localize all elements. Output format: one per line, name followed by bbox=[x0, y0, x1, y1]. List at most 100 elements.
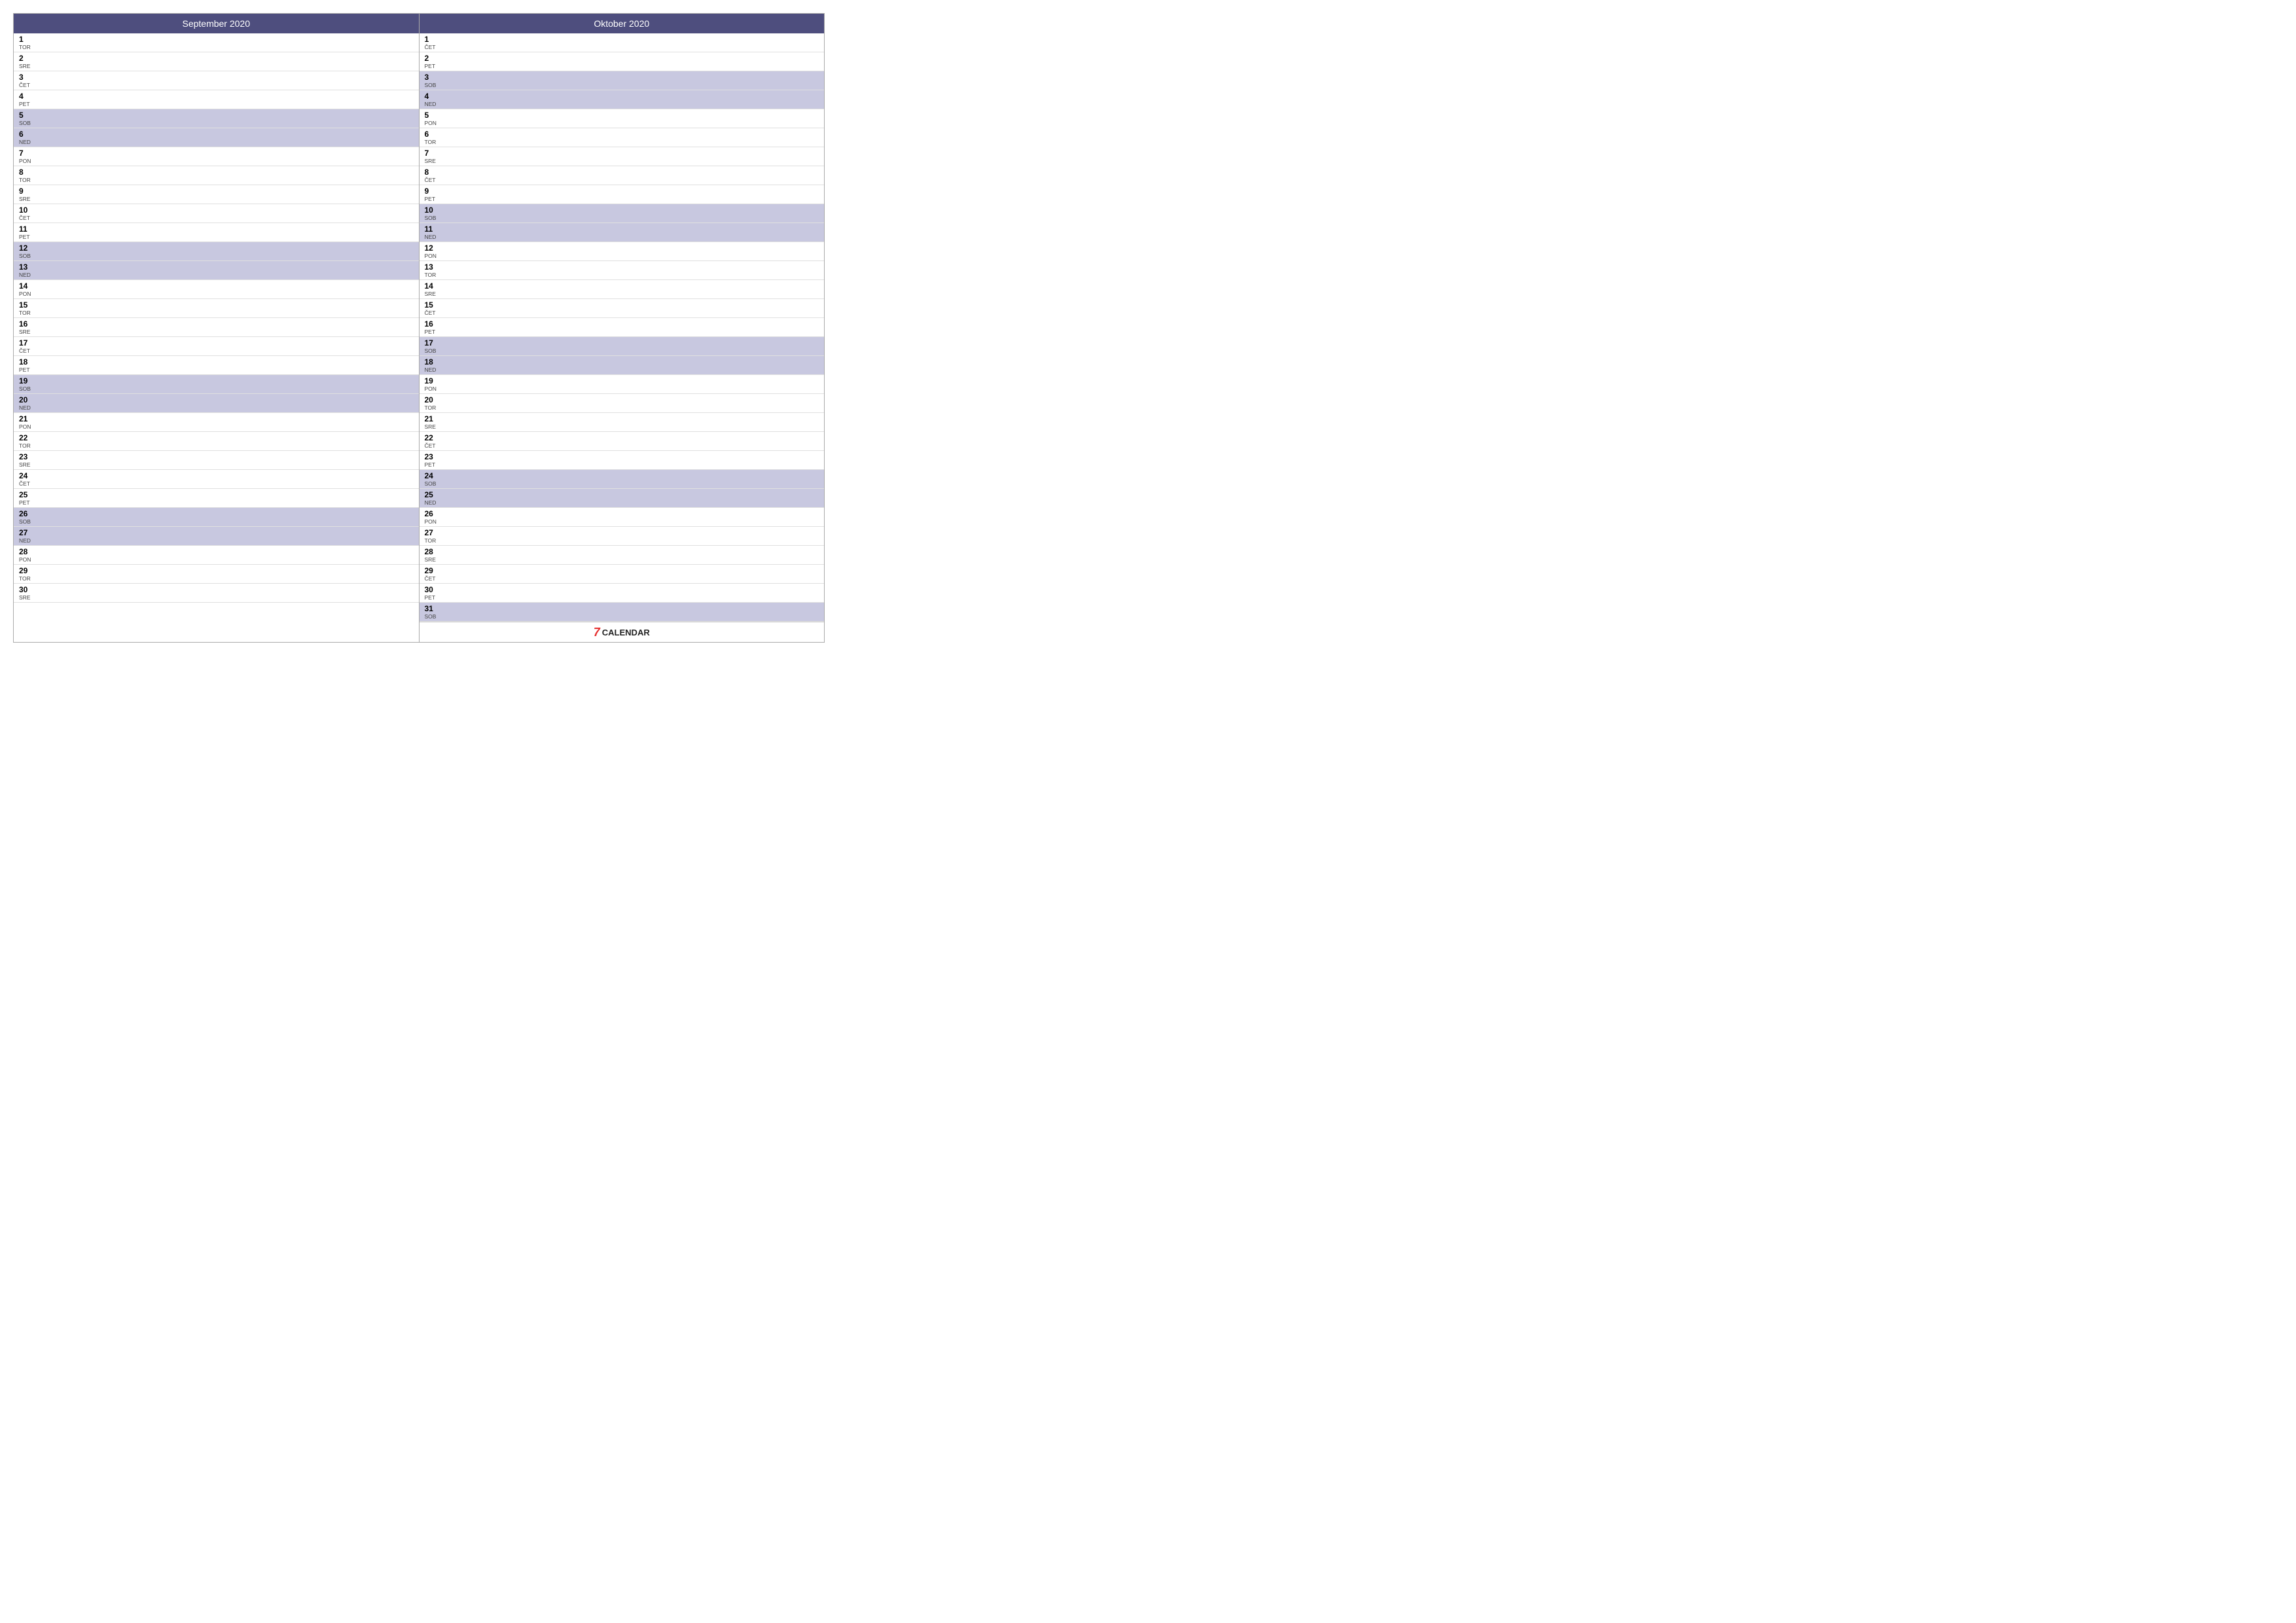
day-label: PET bbox=[19, 499, 414, 506]
day-number: 4 bbox=[19, 92, 414, 101]
day-label: PON bbox=[19, 556, 414, 563]
day-label: PET bbox=[19, 101, 414, 107]
day-label: ČET bbox=[19, 348, 414, 354]
day-row: 23PET bbox=[420, 451, 825, 470]
day-row: 15TOR bbox=[14, 299, 419, 318]
day-row: 5SOB bbox=[14, 109, 419, 128]
day-number: 3 bbox=[425, 73, 819, 82]
day-row: 25NED bbox=[420, 489, 825, 508]
day-row: 23SRE bbox=[14, 451, 419, 470]
day-number: 10 bbox=[425, 205, 819, 215]
footer-label: CALENDAR bbox=[602, 628, 650, 637]
day-row: 2SRE bbox=[14, 52, 419, 71]
day-number: 12 bbox=[425, 243, 819, 253]
day-label: TOR bbox=[19, 44, 414, 50]
day-row: 31SOB bbox=[420, 603, 825, 622]
day-label: ČET bbox=[19, 82, 414, 88]
day-row: 6NED bbox=[14, 128, 419, 147]
calendar-footer: 7CALENDAR bbox=[420, 622, 825, 642]
day-label: NED bbox=[425, 499, 819, 506]
day-row: 29ČET bbox=[420, 565, 825, 584]
day-number: 25 bbox=[425, 490, 819, 499]
day-row: 20TOR bbox=[420, 394, 825, 413]
day-number: 30 bbox=[19, 585, 414, 594]
day-label: NED bbox=[425, 366, 819, 373]
footer-logo: 7CALENDAR bbox=[594, 626, 650, 639]
day-number: 31 bbox=[425, 604, 819, 613]
month-header-1: September 2020 bbox=[14, 14, 419, 33]
day-number: 14 bbox=[425, 281, 819, 291]
day-row: 30SRE bbox=[14, 584, 419, 603]
day-row: 27TOR bbox=[420, 527, 825, 546]
day-label: ČET bbox=[425, 442, 819, 449]
day-label: SOB bbox=[19, 518, 414, 525]
day-label: ČET bbox=[425, 310, 819, 316]
day-label: ČET bbox=[19, 215, 414, 221]
day-row: 9SRE bbox=[14, 185, 419, 204]
day-row: 6TOR bbox=[420, 128, 825, 147]
day-number: 5 bbox=[425, 111, 819, 120]
day-row: 1ČET bbox=[420, 33, 825, 52]
day-row: 2PET bbox=[420, 52, 825, 71]
day-label: TOR bbox=[19, 310, 414, 316]
day-number: 19 bbox=[19, 376, 414, 385]
day-number: 23 bbox=[425, 452, 819, 461]
day-label: NED bbox=[19, 272, 414, 278]
day-number: 26 bbox=[19, 509, 414, 518]
month-header-2: Oktober 2020 bbox=[420, 14, 825, 33]
calendar-page: September 20201TOR2SRE3ČET4PET5SOB6NED7P… bbox=[0, 0, 838, 656]
day-number: 16 bbox=[425, 319, 819, 329]
day-number: 28 bbox=[19, 547, 414, 556]
day-row: 26SOB bbox=[14, 508, 419, 527]
day-row: 18NED bbox=[420, 356, 825, 375]
day-number: 6 bbox=[425, 130, 819, 139]
day-label: SOB bbox=[425, 215, 819, 221]
day-row: 13TOR bbox=[420, 261, 825, 280]
day-number: 11 bbox=[425, 224, 819, 234]
day-number: 29 bbox=[19, 566, 414, 575]
day-label: ČET bbox=[425, 177, 819, 183]
day-row: 27NED bbox=[14, 527, 419, 546]
day-label: SRE bbox=[19, 63, 414, 69]
day-number: 6 bbox=[19, 130, 414, 139]
day-number: 9 bbox=[19, 187, 414, 196]
day-number: 27 bbox=[425, 528, 819, 537]
day-label: PET bbox=[425, 461, 819, 468]
day-row: 4NED bbox=[420, 90, 825, 109]
day-number: 2 bbox=[425, 54, 819, 63]
day-label: ČET bbox=[19, 480, 414, 487]
day-number: 18 bbox=[425, 357, 819, 366]
day-row: 12SOB bbox=[14, 242, 419, 261]
day-number: 5 bbox=[19, 111, 414, 120]
day-label: SRE bbox=[425, 291, 819, 297]
day-number: 1 bbox=[425, 35, 819, 44]
day-label: NED bbox=[19, 404, 414, 411]
day-number: 2 bbox=[19, 54, 414, 63]
day-number: 23 bbox=[19, 452, 414, 461]
day-row: 18PET bbox=[14, 356, 419, 375]
day-number: 7 bbox=[425, 149, 819, 158]
day-number: 17 bbox=[19, 338, 414, 348]
day-row: 4PET bbox=[14, 90, 419, 109]
day-row: 21SRE bbox=[420, 413, 825, 432]
day-label: SRE bbox=[425, 423, 819, 430]
day-row: 8TOR bbox=[14, 166, 419, 185]
day-number: 20 bbox=[19, 395, 414, 404]
day-row: 7PON bbox=[14, 147, 419, 166]
day-row: 20NED bbox=[14, 394, 419, 413]
day-row: 14SRE bbox=[420, 280, 825, 299]
day-label: SRE bbox=[425, 556, 819, 563]
day-row: 11NED bbox=[420, 223, 825, 242]
day-label: PON bbox=[425, 120, 819, 126]
day-label: SRE bbox=[19, 461, 414, 468]
day-number: 26 bbox=[425, 509, 819, 518]
day-row: 22TOR bbox=[14, 432, 419, 451]
calendar-grid: September 20201TOR2SRE3ČET4PET5SOB6NED7P… bbox=[13, 13, 825, 643]
day-label: NED bbox=[425, 234, 819, 240]
day-label: SOB bbox=[425, 480, 819, 487]
day-row: 8ČET bbox=[420, 166, 825, 185]
day-label: PET bbox=[19, 366, 414, 373]
day-label: PET bbox=[19, 234, 414, 240]
day-number: 24 bbox=[19, 471, 414, 480]
day-label: PET bbox=[425, 329, 819, 335]
